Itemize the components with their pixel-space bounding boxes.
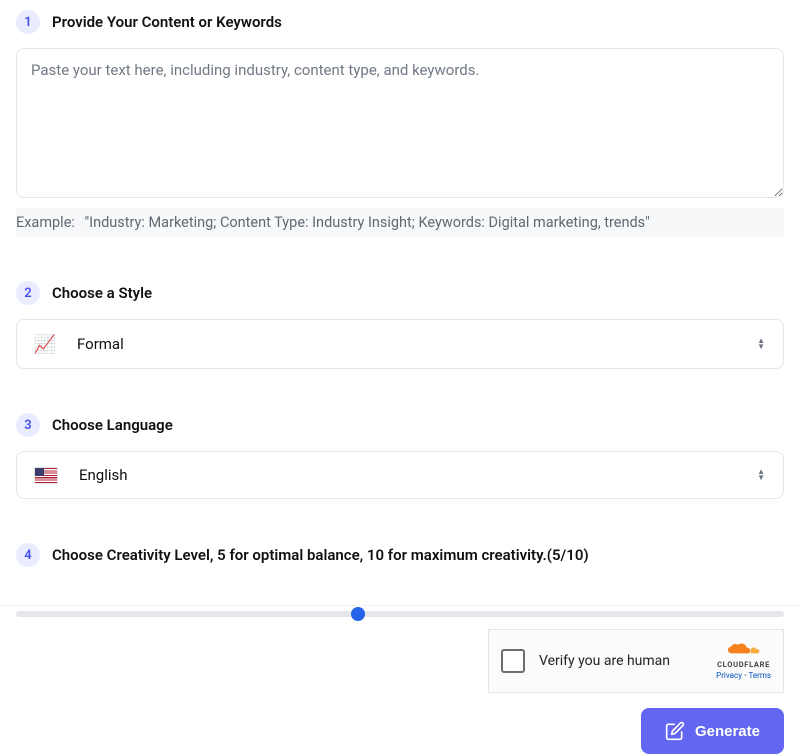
- content-textarea[interactable]: [16, 48, 784, 198]
- step-3-badge: 3: [16, 413, 40, 437]
- captcha-checkbox[interactable]: [501, 649, 525, 673]
- step-2-title: Choose a Style: [52, 284, 152, 302]
- cloudflare-logo: [727, 643, 761, 658]
- us-flag-icon: [35, 468, 57, 483]
- chevron-updown-icon: ▲▼: [757, 338, 765, 350]
- step-3-title: Choose Language: [52, 416, 173, 434]
- example-text: "Industry: Marketing; Content Type: Indu…: [85, 214, 650, 231]
- slider-thumb[interactable]: [351, 607, 365, 621]
- step-1-badge: 1: [16, 10, 40, 34]
- step-4-header: 4 Choose Creativity Level, 5 for optimal…: [16, 543, 784, 567]
- divider: [0, 605, 800, 606]
- step-3-header: 3 Choose Language: [16, 413, 784, 437]
- captcha-links: Privacy • Terms: [716, 671, 771, 680]
- example-label: Example:: [16, 214, 75, 231]
- language-select[interactable]: English ▲▼: [16, 451, 784, 499]
- step-2-badge: 2: [16, 281, 40, 305]
- slider-track: [16, 611, 784, 617]
- cloud-icon: [727, 643, 761, 657]
- language-value: English: [79, 466, 128, 484]
- generate-label: Generate: [695, 723, 760, 740]
- step-2-header: 2 Choose a Style: [16, 281, 784, 305]
- step-1-title: Provide Your Content or Keywords: [52, 13, 282, 31]
- chevron-updown-icon: ▲▼: [757, 469, 765, 481]
- creativity-slider[interactable]: [16, 581, 784, 627]
- terms-link[interactable]: Terms: [749, 671, 771, 680]
- captcha-widget: Verify you are human CLOUDFLARE Privacy …: [488, 629, 784, 693]
- step-4-title: Choose Creativity Level, 5 for optimal b…: [52, 546, 589, 564]
- privacy-link[interactable]: Privacy: [716, 671, 742, 680]
- example-hint: Example: "Industry: Marketing; Content T…: [16, 208, 784, 237]
- style-value: Formal: [77, 335, 124, 353]
- style-select[interactable]: 📈 Formal ▲▼: [16, 319, 784, 369]
- chart-icon: 📈: [35, 334, 55, 354]
- captcha-label: Verify you are human: [539, 653, 670, 669]
- edit-icon: [665, 721, 685, 741]
- cloudflare-brand-text: CLOUDFLARE: [717, 660, 770, 669]
- generate-button[interactable]: Generate: [641, 708, 784, 754]
- step-4-badge: 4: [16, 543, 40, 567]
- step-1-header: 1 Provide Your Content or Keywords: [16, 10, 784, 34]
